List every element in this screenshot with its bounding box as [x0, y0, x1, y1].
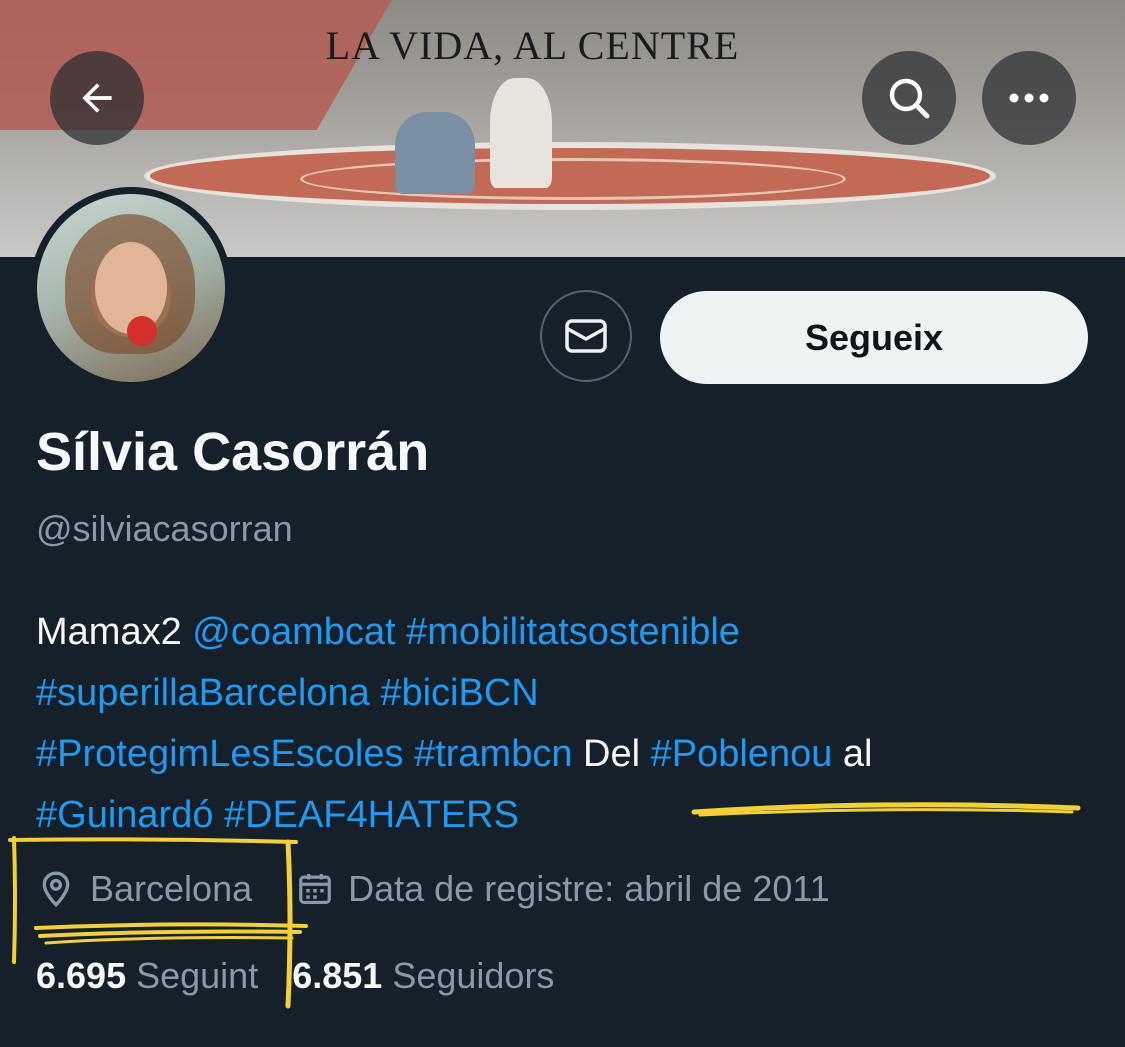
calendar-icon — [299, 873, 331, 905]
hashtag-link[interactable]: #ProtegimLesEscoles — [36, 733, 404, 775]
followers-count: 6.851 — [292, 955, 383, 996]
following-link[interactable]: 6.695 Seguint — [36, 955, 258, 997]
search-icon — [889, 78, 930, 119]
profile-bio: Mamax2 @coambcat #mobilitatsostenible #s… — [36, 602, 1096, 846]
mail-icon — [565, 319, 607, 353]
bio-text: Del — [572, 733, 651, 775]
location-item: Barcelona — [36, 868, 252, 910]
hashtag-link[interactable]: #biciBCN — [380, 672, 538, 714]
bio-text: Mamax2 — [36, 611, 193, 653]
location-text: Barcelona — [90, 868, 253, 909]
display-name: Sílvia Casorrán — [36, 422, 430, 482]
message-button[interactable] — [540, 290, 632, 382]
following-label: Seguint — [136, 955, 259, 996]
hashtag-link[interactable]: #Guinardó — [36, 794, 213, 836]
following-count: 6.695 — [36, 955, 127, 996]
hashtag-link[interactable]: #Poblenou — [651, 733, 833, 775]
map-pin-icon — [42, 871, 70, 908]
joined-text: Data de registre: abril de 2011 — [348, 868, 830, 909]
arrow-left-icon — [82, 83, 112, 113]
hashtag-link[interactable]: #superillaBarcelona — [36, 672, 370, 714]
hashtag-link[interactable]: #trambcn — [414, 733, 572, 775]
back-button[interactable] — [50, 51, 144, 145]
hashtag-link[interactable]: #mobilitatsostenible — [406, 611, 740, 653]
banner-child-left — [395, 112, 475, 194]
more-options-button[interactable] — [982, 51, 1076, 145]
mention-link[interactable]: @coambcat — [192, 611, 395, 653]
search-button[interactable] — [862, 51, 956, 145]
more-horizontal-icon — [1009, 93, 1049, 103]
user-handle: @silviacasorran — [36, 508, 293, 549]
profile-meta: Barcelona Data de registre: abril de 201… — [36, 868, 830, 910]
followers-link[interactable]: 6.851 Seguidors — [292, 955, 554, 997]
follow-button[interactable]: Segueix — [660, 291, 1088, 384]
avatar-image — [37, 194, 225, 382]
profile-stats: 6.695 Seguint 6.851 Seguidors — [36, 955, 554, 997]
avatar[interactable] — [30, 187, 232, 389]
joined-item: Data de registre: abril de 2011 — [296, 868, 830, 910]
banner-painted-circle-inner — [300, 158, 846, 200]
hashtag-link[interactable]: #DEAF4HATERS — [224, 794, 519, 836]
bio-text: al — [832, 733, 873, 775]
banner-child-right — [490, 78, 552, 188]
followers-label: Seguidors — [392, 955, 555, 996]
